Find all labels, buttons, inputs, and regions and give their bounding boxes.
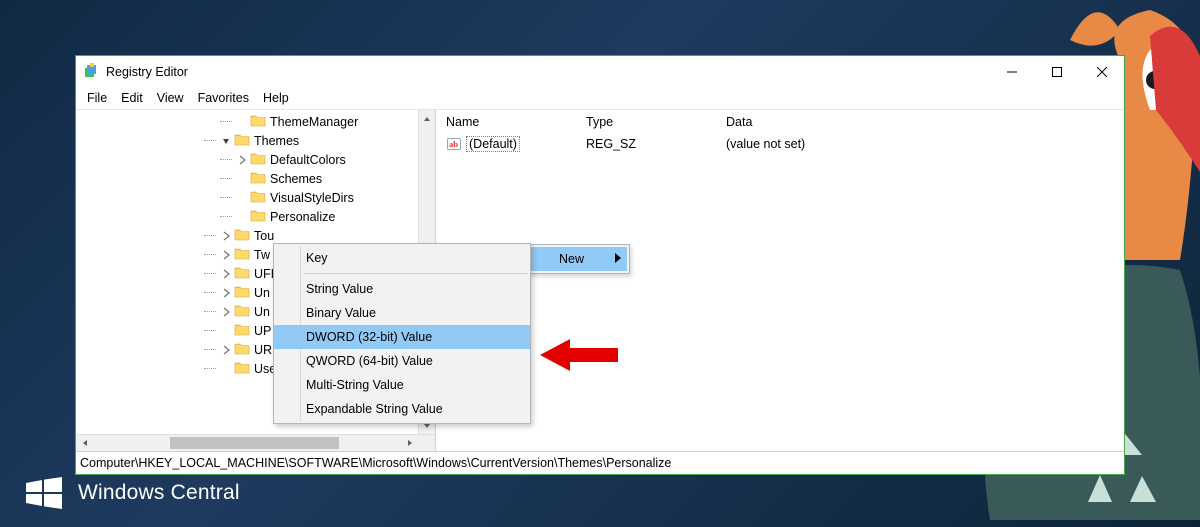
folder-icon (234, 322, 254, 339)
svg-text:ab: ab (449, 139, 458, 149)
tree-node-label: ThemeManager (270, 115, 358, 129)
tree-node[interactable]: Personalize (76, 207, 418, 226)
list-item[interactable]: ab (Default) REG_SZ (value not set) (438, 134, 1124, 154)
status-path: Computer\HKEY_LOCAL_MACHINE\SOFTWARE\Mic… (80, 456, 671, 470)
expand-icon[interactable] (218, 231, 234, 241)
context-menu-new[interactable]: New (531, 247, 627, 271)
folder-icon (250, 170, 270, 187)
minimize-button[interactable] (989, 57, 1034, 87)
context-menu-separator (304, 273, 528, 274)
submenu-arrow-icon (615, 252, 621, 266)
context-menu-item[interactable]: Key (274, 246, 530, 270)
folder-icon (250, 151, 270, 168)
tree-node[interactable]: VisualStyleDirs (76, 188, 418, 207)
value-type: REG_SZ (578, 137, 718, 151)
tree-node-label: Un (254, 305, 270, 319)
tree-node-label: UFI (254, 267, 274, 281)
expand-icon[interactable] (218, 307, 234, 317)
tree-node-label: VisualStyleDirs (270, 191, 354, 205)
close-button[interactable] (1079, 57, 1124, 87)
menu-help[interactable]: Help (256, 89, 296, 107)
folder-icon (234, 227, 254, 244)
folder-icon (234, 265, 254, 282)
folder-icon (234, 132, 254, 149)
context-submenu-new: Key String ValueBinary ValueDWORD (32-bit… (273, 243, 531, 424)
content-panes: ThemeManager Themes DefaultColors Schemes Vi… (76, 110, 1124, 452)
maximize-button[interactable] (1034, 57, 1079, 87)
column-name[interactable]: Name (438, 112, 578, 132)
tree-node[interactable]: ThemeManager (76, 112, 418, 131)
value-name: (Default) (466, 136, 520, 152)
folder-icon (250, 113, 270, 130)
expand-icon[interactable] (218, 288, 234, 298)
scroll-right-icon[interactable] (401, 435, 418, 451)
windows-logo-icon (24, 473, 64, 513)
tree-node-label: UR (254, 343, 272, 357)
context-menu-item[interactable]: Multi-String Value (274, 373, 530, 397)
context-menu-parent: New (528, 244, 630, 274)
tree-node-label: Personalize (270, 210, 335, 224)
tree-node-label: Tw (254, 248, 270, 262)
title-bar[interactable]: Registry Editor (76, 56, 1124, 88)
branding: Windows Central (24, 473, 240, 513)
menu-edit[interactable]: Edit (114, 89, 150, 107)
list-header[interactable]: Name Type Data (438, 110, 1124, 134)
menu-file[interactable]: File (80, 89, 114, 107)
collapse-icon[interactable] (218, 136, 234, 146)
window-title: Registry Editor (106, 65, 188, 79)
menu-bar: File Edit View Favorites Help (76, 88, 1124, 110)
folder-icon (250, 208, 270, 225)
column-data[interactable]: Data (718, 112, 1124, 132)
tree-node[interactable]: DefaultColors (76, 150, 418, 169)
expand-icon[interactable] (218, 250, 234, 260)
menu-view[interactable]: View (150, 89, 191, 107)
folder-icon (250, 189, 270, 206)
folder-icon (234, 246, 254, 263)
tree-node-label: Schemes (270, 172, 322, 186)
context-menu-item[interactable]: String Value (274, 277, 530, 301)
tree-horizontal-scrollbar[interactable] (76, 434, 435, 451)
menu-favorites[interactable]: Favorites (191, 89, 256, 107)
folder-icon (234, 303, 254, 320)
value-list-pane: Name Type Data ab (Default) REG_SZ (valu… (436, 110, 1124, 451)
branding-text: Windows Central (78, 481, 240, 505)
tree-node-label: Themes (254, 134, 299, 148)
expand-icon[interactable] (218, 269, 234, 279)
expand-icon[interactable] (218, 345, 234, 355)
context-menu-label: New (559, 252, 584, 266)
tree-node-label: UP (254, 324, 271, 338)
context-menu-item[interactable]: Binary Value (274, 301, 530, 325)
status-bar: Computer\HKEY_LOCAL_MACHINE\SOFTWARE\Mic… (76, 452, 1124, 474)
context-menu-item[interactable]: Expandable String Value (274, 397, 530, 421)
tree-node[interactable]: Schemes (76, 169, 418, 188)
app-icon (84, 63, 100, 82)
scroll-up-icon[interactable] (419, 110, 435, 127)
annotation-arrow-icon (540, 335, 620, 375)
tree-node[interactable]: Themes (76, 131, 418, 150)
value-data: (value not set) (718, 137, 1124, 151)
tree-node-label: DefaultColors (270, 153, 346, 167)
tree-node-label: Tou (254, 229, 274, 243)
scroll-left-icon[interactable] (76, 435, 93, 451)
expand-icon[interactable] (234, 155, 250, 165)
string-value-icon: ab (446, 136, 462, 152)
context-menu-item[interactable]: DWORD (32-bit) Value (274, 325, 530, 349)
context-menu-item[interactable]: QWORD (64-bit) Value (274, 349, 530, 373)
folder-icon (234, 341, 254, 358)
tree-node-label: Un (254, 286, 270, 300)
column-type[interactable]: Type (578, 112, 718, 132)
folder-icon (234, 360, 254, 377)
folder-icon (234, 284, 254, 301)
